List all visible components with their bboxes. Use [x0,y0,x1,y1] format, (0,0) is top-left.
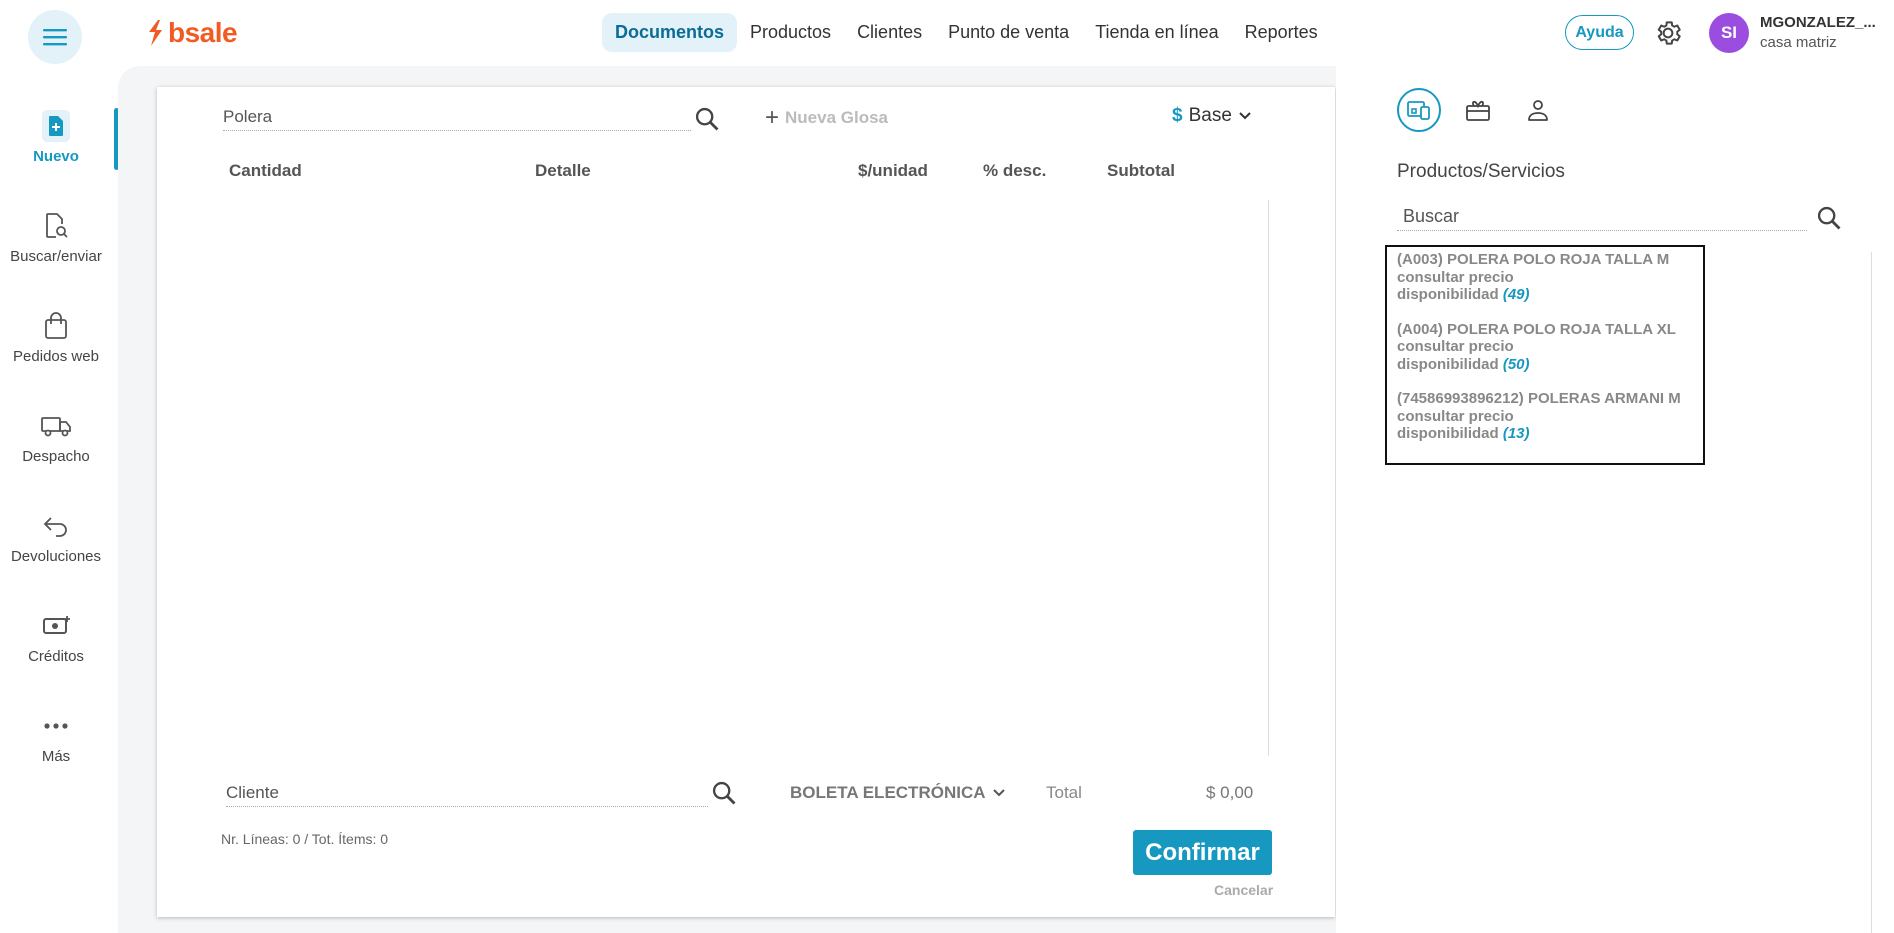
truck-icon [41,417,71,437]
tab-products[interactable] [1397,88,1441,132]
new-glosa-label: Nueva Glosa [785,108,889,127]
hamburger-icon [43,29,67,46]
list-item[interactable]: (A003) POLERA POLO ROJA TALLA M consulta… [1397,251,1693,304]
nav-reportes[interactable]: Reportes [1232,13,1331,52]
menu-button[interactable] [28,10,82,64]
help-button[interactable]: Ayuda [1565,15,1634,50]
nav-tienda-en-linea[interactable]: Tienda en línea [1082,13,1231,52]
nav-productos[interactable]: Productos [737,13,844,52]
new-glosa-button[interactable]: + Nueva Glosa [765,106,888,130]
sidebar-item-label: Buscar/enviar [10,248,102,265]
chevron-down-icon [1239,112,1251,120]
total-value: $ 0,00 [1206,783,1254,802]
product-search-input[interactable]: Polera [223,107,691,131]
chevron-down-icon [992,789,1005,797]
lines-info: Nr. Líneas: 0 / Tot. Ítems: 0 [221,831,389,847]
nav-documentos[interactable]: Documentos [602,13,738,52]
confirm-button[interactable]: Confirmar [1133,830,1272,875]
products-panel-title: Productos/Servicios [1397,161,1565,182]
availability-label: disponibilidad [1397,355,1499,373]
panel-search-icon[interactable] [1815,204,1843,232]
sidebar-item-label: Nuevo [33,148,79,165]
column-header-detalle: Detalle [535,161,591,180]
availability-label: disponibilidad [1397,286,1499,303]
user-icon [1528,100,1548,121]
product-price: consultar precio [1397,407,1514,425]
list-item[interactable]: (A004) POLERA POLO ROJA TALLA XL consult… [1397,321,1693,374]
currency-symbol: $ [1172,105,1183,126]
list-item[interactable]: (74586993896212) POLERAS ARMANI M consul… [1397,390,1693,443]
column-header-discount: % desc. [983,161,1047,180]
sidebar-item-pedidos-web[interactable]: Pedidos web [0,308,112,365]
cash-credit-icon [43,616,70,634]
product-price: consultar precio [1397,268,1514,286]
sidebar-item-buscar-enviar[interactable]: Buscar/enviar [0,208,112,265]
client-search-icon[interactable] [710,779,738,807]
more-dots-icon [44,723,68,729]
brand-name: bsale [168,17,238,48]
tab-gifts[interactable] [1456,88,1500,132]
product-name: (74586993896212) POLERAS ARMANI M [1397,390,1681,407]
products-devices-icon [1407,101,1430,120]
product-panel-search-input[interactable]: Buscar [1397,206,1807,231]
user-name[interactable]: MGONZALEZ_... [1760,14,1880,31]
right-panel [1336,66,1894,933]
return-arrow-icon [43,517,67,537]
availability-qty: (50) [1502,355,1530,373]
price-list-select[interactable]: $ Base [1172,105,1252,127]
client-input[interactable]: Cliente [226,783,708,807]
document-type-label: BOLETA ELECTRÓNICA [790,783,986,802]
avatar[interactable]: SI [1709,13,1749,53]
availability-qty: (13) [1502,425,1530,442]
total-label: Total [1046,783,1082,802]
sidebar: Nuevo Buscar/enviar Pedidos web Despacho… [0,66,118,933]
panel-scrollbar[interactable] [1871,252,1872,933]
main-nav: Documentos Productos Clientes Punto de v… [602,13,1331,52]
nav-punto-de-venta[interactable]: Punto de venta [935,13,1082,52]
column-header-cantidad: Cantidad [229,161,302,180]
availability-qty: (49) [1502,286,1530,303]
sidebar-item-nuevo[interactable]: Nuevo [0,108,112,165]
sidebar-item-label: Despacho [22,448,90,465]
product-results-list: (A003) POLERA POLO ROJA TALLA M consulta… [1385,245,1705,465]
price-list-label: Base [1188,105,1232,126]
sidebar-item-label: Pedidos web [13,348,99,365]
tab-client[interactable] [1516,88,1560,132]
nav-clientes[interactable]: Clientes [844,13,935,52]
bsale-bolt-icon [149,20,162,46]
plus-icon: + [765,104,780,131]
search-document-icon [46,213,68,238]
top-bar: bsale Documentos Productos Clientes Punt… [0,0,1894,66]
sidebar-item-creditos[interactable]: Créditos [0,608,112,665]
gear-icon[interactable] [1653,18,1683,48]
shopping-bag-icon [45,312,67,339]
document-type-select[interactable]: BOLETA ELECTRÓNICA [790,783,1006,803]
user-branch: casa matriz [1760,34,1837,51]
search-icon[interactable] [693,105,721,133]
sidebar-item-despacho[interactable]: Despacho [0,408,112,465]
sidebar-item-label: Más [41,748,71,765]
product-name: (A004) POLERA POLO ROJA TALLA XL [1397,320,1676,338]
availability-label: disponibilidad [1397,425,1499,442]
new-document-icon [42,110,70,142]
column-header-subtotal: Subtotal [1107,161,1175,180]
product-name: (A003) POLERA POLO ROJA TALLA M [1397,251,1670,268]
sidebar-item-mas[interactable]: Más [0,708,112,765]
column-header-unit-price: $/unidad [858,161,928,180]
sidebar-item-devoluciones[interactable]: Devoluciones [0,508,112,565]
sidebar-item-label: Devoluciones [10,548,102,565]
brand-logo[interactable]: bsale [146,17,238,49]
sidebar-item-label: Créditos [28,648,84,665]
product-price: consultar precio [1397,338,1514,355]
cancel-link[interactable]: Cancelar [1214,882,1273,898]
gift-card-icon [1466,100,1490,121]
lines-scrollbar[interactable] [1268,200,1269,756]
